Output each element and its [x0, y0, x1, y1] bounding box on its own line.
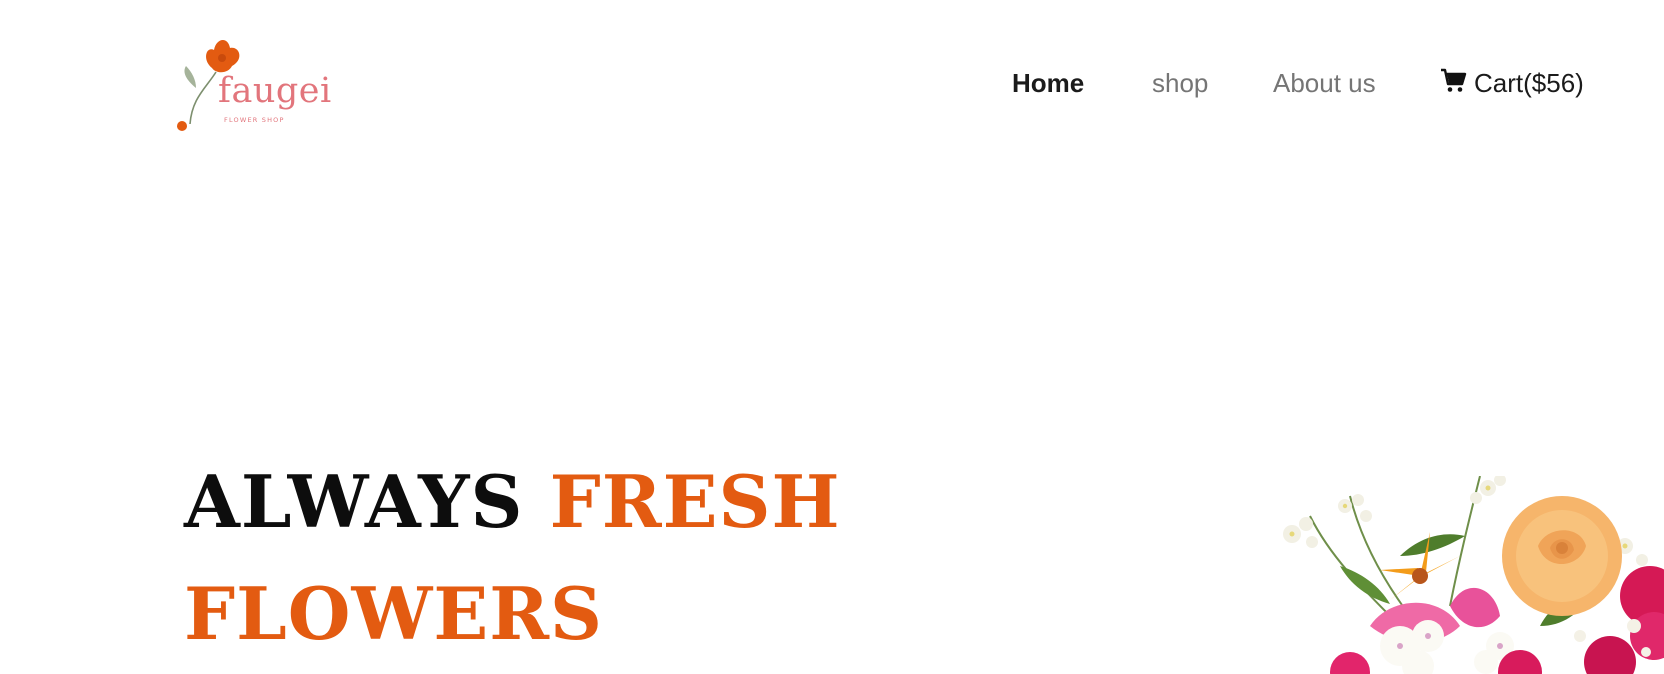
hero-title-part3: FLOWERS	[184, 571, 604, 656]
hero-title-part2: FRESH	[549, 459, 841, 544]
flower-bouquet-image	[1250, 474, 1664, 674]
cart-label: Cart($56)	[1474, 68, 1584, 98]
page: faugei FLOWER SHOP Home shop About us Ca…	[0, 0, 1664, 674]
main-nav: Home shop About us Cart($56)	[0, 66, 1664, 102]
hero-title-part1: ALWAYS	[184, 459, 524, 544]
hero-heading: ALWAYS FRESH FLOWERS	[184, 446, 840, 670]
cart-icon	[1440, 67, 1468, 95]
nav-cart-link[interactable]: Cart($56)	[1440, 62, 1584, 104]
logo-subtitle: FLOWER SHOP	[224, 116, 285, 124]
nav-home-link[interactable]: Home	[1012, 66, 1084, 100]
nav-about-link[interactable]: About us	[1273, 66, 1376, 100]
nav-shop-link[interactable]: shop	[1152, 66, 1208, 100]
